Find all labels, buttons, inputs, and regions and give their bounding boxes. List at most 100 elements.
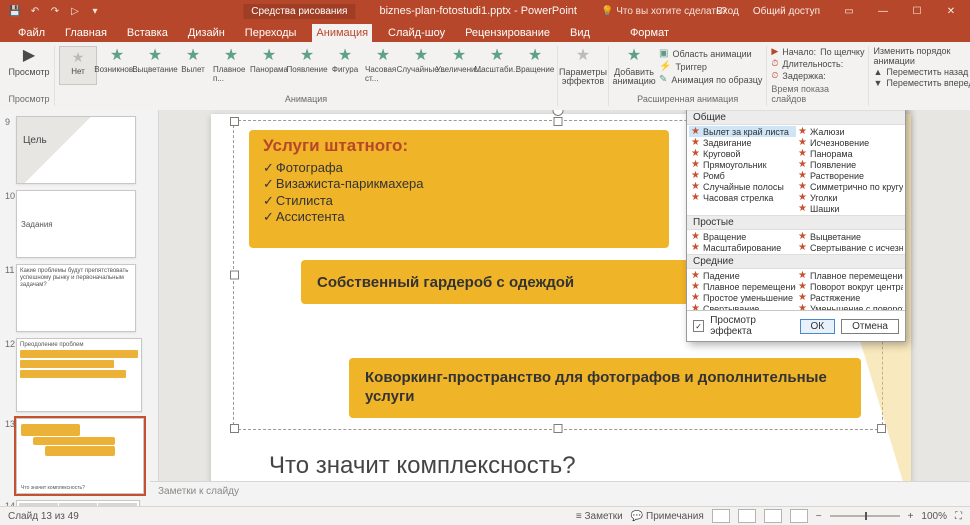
maximize-icon[interactable]: ☐ — [902, 0, 932, 22]
effect-item[interactable]: ★Плавное перемещение вверх — [796, 270, 903, 281]
effect-item[interactable]: ★Уголки — [796, 192, 903, 203]
anim-item[interactable]: ★Панорама — [251, 46, 287, 85]
redo-icon[interactable]: ↷ — [46, 2, 64, 20]
duration-input[interactable]: ⏱Длительность: — [771, 58, 864, 69]
reading-view-icon[interactable] — [764, 509, 782, 523]
notes-toggle[interactable]: ≡ Заметки — [576, 511, 623, 522]
animation-painter-button[interactable]: ✎Анимация по образцу — [659, 74, 762, 85]
anim-none[interactable]: ★Нет — [59, 46, 97, 85]
tab-design[interactable]: Дизайн — [184, 24, 229, 42]
save-icon[interactable]: 💾 — [6, 2, 24, 20]
effect-item[interactable]: ★Круговой — [689, 148, 796, 159]
anim-item[interactable]: ★Вылет — [175, 46, 211, 85]
effect-item[interactable]: ★Случайные полосы — [689, 181, 796, 192]
anim-item[interactable]: ★Часовая ст... — [365, 46, 401, 85]
qat-more-icon[interactable]: ▾ — [86, 2, 104, 20]
slide-thumbnails[interactable]: 9 10 11Какие проблемы будут препятствова… — [0, 110, 159, 507]
anim-item[interactable]: ★Возникнов... — [99, 46, 135, 85]
zoom-value[interactable]: 100% — [921, 511, 947, 522]
sorter-view-icon[interactable] — [738, 509, 756, 523]
delay-input[interactable]: ⏲Задержка: — [771, 70, 864, 81]
thumb-13[interactable]: 13Что значит комплексность? — [16, 418, 144, 494]
ok-button[interactable]: ОК — [800, 319, 836, 334]
thumb-12[interactable]: 12Преодоление проблем — [16, 338, 142, 412]
tab-home[interactable]: Главная — [61, 24, 111, 42]
zoom-in-icon[interactable]: + — [908, 511, 914, 522]
effect-item[interactable]: ★Свертывание с исчезновением — [796, 242, 903, 253]
notes-pane[interactable]: Заметки к слайду — [150, 481, 970, 507]
thumb-9[interactable]: 9 — [16, 116, 136, 184]
effect-item[interactable]: ★Вылет за край листа — [689, 126, 796, 137]
trigger-button[interactable]: ⚡Триггер — [659, 61, 762, 72]
resize-handle[interactable] — [230, 117, 239, 126]
effect-item[interactable]: ★Ромб — [689, 170, 796, 181]
effect-item[interactable]: ★Панорама — [796, 148, 903, 159]
anim-item[interactable]: ★Выцветание — [137, 46, 173, 85]
resize-handle[interactable] — [554, 117, 563, 126]
rotate-handle[interactable] — [553, 110, 564, 116]
resize-handle[interactable] — [877, 424, 886, 433]
move-later-button[interactable]: ▼Переместить вперед — [873, 78, 970, 88]
move-earlier-button[interactable]: ▲Переместить назад — [873, 67, 970, 77]
slide-counter[interactable]: Слайд 13 из 49 — [8, 511, 79, 522]
comments-toggle[interactable]: 💬 Примечания — [631, 511, 704, 522]
start-dropdown[interactable]: ▶Начало: По щелчку — [771, 46, 864, 57]
normal-view-icon[interactable] — [712, 509, 730, 523]
slideshow-view-icon[interactable] — [790, 509, 808, 523]
preview-checkbox[interactable]: ✓ — [693, 320, 704, 332]
effect-item[interactable]: ★Падение — [689, 270, 796, 281]
effect-item[interactable]: ★Жалюзи — [796, 126, 903, 137]
effect-item[interactable]: ★Растяжение — [796, 292, 903, 303]
effect-item[interactable]: ★Масштабирование — [689, 242, 796, 253]
anim-item[interactable]: ★Вращение — [517, 46, 553, 85]
zoom-out-icon[interactable]: − — [816, 511, 822, 522]
effect-item[interactable] — [689, 203, 796, 214]
effect-item[interactable]: ★Уменьшение с поворотом — [796, 303, 903, 310]
effect-item[interactable]: ★Растворение — [796, 170, 903, 181]
add-animation-button[interactable]: ★ Добавить анимацию — [613, 46, 655, 87]
coworking-box[interactable]: Коворкинг-пространство для фотографов и … — [349, 358, 861, 418]
undo-icon[interactable]: ↶ — [26, 2, 44, 20]
anim-item[interactable]: ★Увеличени... — [441, 46, 477, 85]
effect-item[interactable]: ★Появление — [796, 159, 903, 170]
anim-item[interactable]: ★Появление — [289, 46, 325, 85]
signin-link[interactable]: Вход — [716, 6, 739, 17]
tab-file[interactable]: Файл — [14, 24, 49, 42]
anim-item[interactable]: ★Масштаби... — [479, 46, 515, 85]
resize-handle[interactable] — [230, 271, 239, 280]
start-slideshow-icon[interactable]: ▷ — [66, 2, 84, 20]
tab-transitions[interactable]: Переходы — [241, 24, 301, 42]
tab-format[interactable]: Формат — [626, 24, 673, 42]
ribbon-options-icon[interactable]: ▭ — [834, 0, 864, 22]
tab-slideshow[interactable]: Слайд-шоу — [384, 24, 449, 42]
tab-insert[interactable]: Вставка — [123, 24, 172, 42]
tab-animations[interactable]: Анимация — [312, 24, 372, 42]
question-text[interactable]: Что значит комплексность? — [269, 452, 576, 480]
minimize-icon[interactable]: — — [868, 0, 898, 22]
thumb-10[interactable]: 10 — [16, 190, 136, 258]
effect-item[interactable]: ★Исчезновение — [796, 137, 903, 148]
effect-item[interactable]: ★Свертывание — [689, 303, 796, 310]
services-box[interactable]: Услуги штатного: Фотографа Визажиста-пар… — [249, 130, 669, 248]
fit-to-window-icon[interactable]: ⛶ — [955, 511, 962, 522]
tab-review[interactable]: Рецензирование — [461, 24, 554, 42]
effect-item[interactable]: ★Часовая стрелка — [689, 192, 796, 203]
anim-item[interactable]: ★Случайные... — [403, 46, 439, 85]
effect-options-button[interactable]: ★ Параметры эффектов — [562, 46, 604, 87]
effect-item[interactable]: ★Прямоугольник — [689, 159, 796, 170]
anim-item[interactable]: ★Плавное п... — [213, 46, 249, 85]
anim-item[interactable]: ★Фигура — [327, 46, 363, 85]
close-icon[interactable]: ✕ — [936, 0, 966, 22]
effect-item[interactable]: ★Задвигание — [689, 137, 796, 148]
resize-handle[interactable] — [554, 424, 563, 433]
effect-item[interactable]: ★Вращение — [689, 231, 796, 242]
resize-handle[interactable] — [230, 424, 239, 433]
tab-view[interactable]: Вид — [566, 24, 594, 42]
effect-item[interactable]: ★Поворот вокруг центра — [796, 281, 903, 292]
preview-button[interactable]: ▶ Просмотр — [8, 46, 50, 77]
effect-item[interactable]: ★Симметрично по кругу — [796, 181, 903, 192]
effect-item[interactable]: ★Плавное перемещение вниз — [689, 281, 796, 292]
animation-pane-button[interactable]: ▣Область анимации — [659, 48, 762, 59]
animation-gallery[interactable]: ★Нет ★Возникнов... ★Выцветание ★Вылет ★П… — [59, 46, 553, 85]
cancel-button[interactable]: Отмена — [841, 319, 899, 334]
